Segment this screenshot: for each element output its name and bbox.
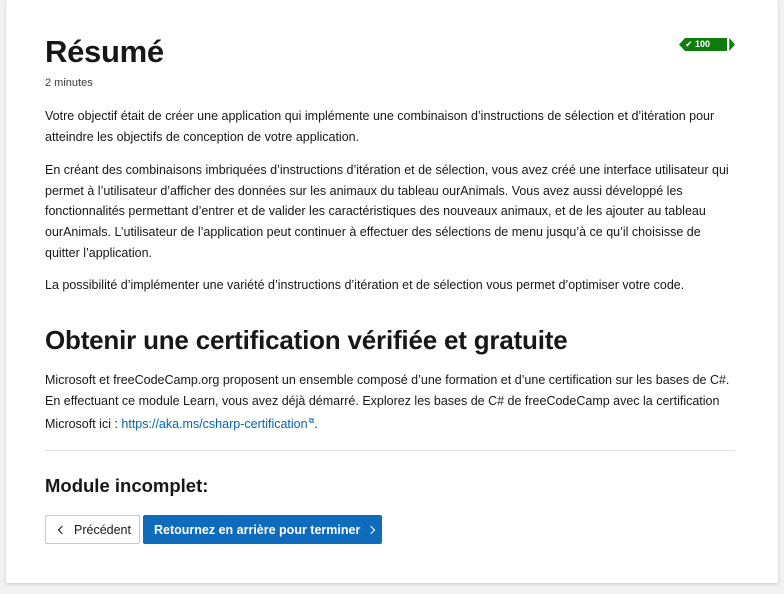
xp-tag: ✔ 100 XP — [679, 38, 728, 51]
previous-button-label: Précédent — [74, 522, 131, 537]
module-status-heading: Module incomplet: — [45, 475, 209, 496]
xp-badge: ✔ 100 XP — [679, 38, 735, 51]
previous-button[interactable]: Précédent — [45, 515, 140, 544]
page-title: Résumé — [45, 34, 164, 69]
go-back-to-finish-button[interactable]: Retournez en arrière pour terminer — [143, 515, 382, 544]
go-back-button-label: Retournez en arrière pour terminer — [154, 522, 361, 537]
certification-heading: Obtenir une certification vérifiée et gr… — [45, 325, 568, 355]
duration-label: 2 minutes — [45, 77, 93, 89]
certification-paragraph: Microsoft et freeCodeCamp.org proposent … — [45, 370, 735, 435]
certification-link[interactable]: https://aka.ms/csharp-certification — [121, 418, 307, 432]
certification-after-link: . — [314, 417, 318, 432]
checkmark-icon: ✔ — [685, 39, 693, 49]
xp-flag-icon — [729, 38, 735, 51]
divider — [45, 450, 735, 451]
xp-value: 100 XP — [695, 39, 711, 62]
summary-paragraph-3: La possibilité d’implémenter une variété… — [45, 278, 685, 292]
summary-paragraph-2: En créant des combinaisons imbriquées d’… — [45, 163, 729, 260]
chevron-left-icon — [57, 525, 67, 534]
unit-card: Résumé 2 minutes ✔ 100 XP Votre objectif… — [6, 0, 778, 583]
chevron-right-icon — [367, 525, 376, 534]
summary-paragraph-1: Votre objectif était de créer une applic… — [45, 109, 715, 144]
